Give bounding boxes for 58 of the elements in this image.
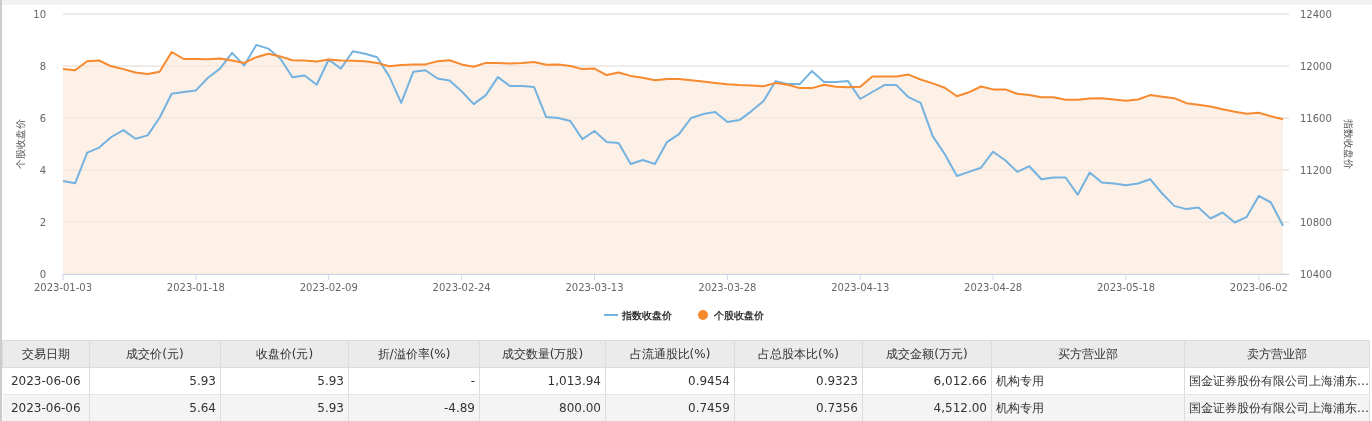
x-tick-label: 2023-01-03 — [33, 282, 93, 293]
table-cell: 国金证券股份有限公司上海浦东… — [1184, 394, 1370, 421]
table-cell: 6,012.66 — [862, 367, 992, 395]
y-tick-label: 12000 — [1300, 61, 1332, 72]
y-tick-label: 12400 — [1300, 9, 1332, 20]
y-tick-label: 10800 — [1300, 217, 1332, 228]
x-tick-label: 2023-04-28 — [964, 282, 1023, 293]
table-cell: 4,512.00 — [862, 394, 992, 421]
table-cell: 5.64 — [89, 394, 221, 421]
table-cell: - — [348, 367, 480, 395]
y-tick-label: 2 — [39, 217, 46, 228]
table-cell: 0.9323 — [734, 367, 863, 395]
x-tick-label: 2023-01-18 — [166, 282, 225, 293]
x-tick-label: 2023-02-24 — [432, 282, 491, 293]
table-cell: 800.00 — [479, 394, 606, 421]
y-tick-label: 11200 — [1300, 165, 1332, 176]
column-header[interactable]: 占流通股比(%) — [605, 340, 735, 368]
table-cell: 国金证券股份有限公司上海浦东… — [1184, 367, 1370, 395]
x-tick-label: 2023-04-13 — [831, 282, 890, 293]
column-header[interactable]: 占总股本比(%) — [734, 340, 863, 368]
table-cell: 0.7459 — [605, 394, 735, 421]
legend-line-icon — [603, 314, 619, 316]
table-cell: 1,013.94 — [479, 367, 606, 395]
x-tick-label: 2023-03-13 — [565, 282, 624, 293]
y-tick-label: 11600 — [1300, 113, 1332, 124]
table-cell: 2023-06-06 — [2, 394, 90, 421]
legend-label[interactable]: 指数收盘价 — [622, 310, 672, 321]
column-header[interactable]: 成交数量(万股) — [479, 340, 606, 368]
table-cell: 2023-06-06 — [2, 367, 90, 395]
column-header[interactable]: 收盘价(元) — [220, 340, 349, 368]
table-cell: 0.7356 — [734, 394, 863, 421]
legend-dot-icon — [698, 310, 708, 320]
axis-title: 个股收盘价 — [15, 119, 26, 169]
y-tick-label: 6 — [39, 113, 46, 124]
axis-title: 指数收盘价 — [1343, 119, 1354, 169]
y-tick-label: 4 — [39, 165, 46, 176]
column-header[interactable]: 交易日期 — [2, 340, 90, 368]
y-tick-label: 8 — [39, 61, 46, 72]
x-tick-label: 2023-05-18 — [1096, 282, 1156, 293]
table-cell: 5.93 — [220, 367, 349, 395]
y-tick-label: 10 — [33, 9, 46, 20]
table-cell: 5.93 — [220, 394, 349, 421]
column-header[interactable]: 卖方营业部 — [1184, 340, 1370, 368]
column-header[interactable]: 买方营业部 — [991, 340, 1185, 368]
table-cell: 0.9454 — [605, 367, 735, 395]
x-tick-label: 2023-02-09 — [299, 282, 358, 293]
column-header[interactable]: 成交金额(万元) — [862, 340, 992, 368]
table-cell: 机构专用 — [991, 367, 1185, 395]
table-cell: 机构专用 — [991, 394, 1185, 421]
y-tick-label: 0 — [39, 269, 46, 280]
x-tick-label: 2023-06-02 — [1229, 282, 1288, 293]
y-tick-label: 10400 — [1300, 269, 1332, 280]
table-cell: 5.93 — [89, 367, 221, 395]
legend-label[interactable]: 个股收盘价 — [714, 310, 764, 321]
table-cell: -4.89 — [348, 394, 480, 421]
x-tick-label: 2023-03-28 — [698, 282, 757, 293]
column-header[interactable]: 折/溢价率(%) — [348, 340, 480, 368]
column-header[interactable]: 成交价(元) — [89, 340, 221, 368]
